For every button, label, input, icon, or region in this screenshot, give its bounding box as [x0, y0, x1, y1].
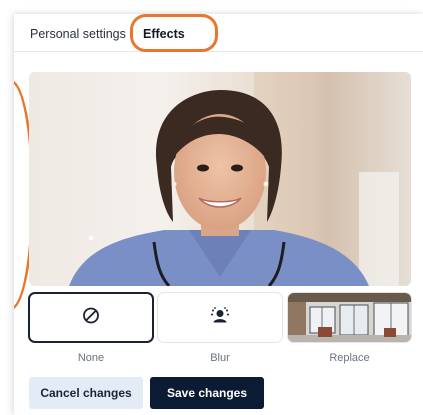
none-icon [82, 306, 100, 329]
effect-blur-label: Blur [210, 352, 230, 364]
tab-effects[interactable]: Effects [143, 27, 185, 41]
save-changes-button[interactable]: Save changes [150, 377, 264, 409]
effect-replace-label: Replace [329, 352, 370, 364]
blur-icon [210, 306, 230, 329]
effect-none-tile[interactable] [28, 292, 154, 343]
effects-panel: Personal settings Effects None Blur Repl… [14, 14, 423, 415]
effect-replace-tile[interactable] [287, 292, 412, 343]
camera-preview [29, 72, 411, 286]
camera-preview-image [29, 72, 411, 286]
cancel-changes-button[interactable]: Cancel changes [29, 377, 143, 409]
settings-tabs: Personal settings Effects [14, 14, 423, 52]
effect-none-label: None [77, 352, 105, 364]
tab-personal-settings[interactable]: Personal settings [30, 27, 126, 41]
background-image [288, 293, 411, 342]
effect-blur-tile[interactable] [157, 292, 283, 343]
